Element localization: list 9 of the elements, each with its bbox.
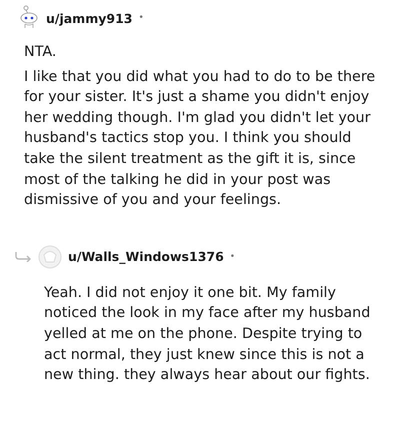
reply-arrow-icon xyxy=(15,252,32,262)
separator-dot: • xyxy=(138,13,144,23)
comment-text: I like that you did what you had to do to be there for your sister. It's just a shame you didn't enjoy her wedding though. I'm glad you didn't let your husband's tactics stop you. I think you should take the silent treatment as the gift it is, since most of the talking he did in your post was dismissive of you and your feelings. xyxy=(24,68,376,210)
comment-text: NTA. xyxy=(24,43,58,62)
separator-dot: • xyxy=(230,252,236,262)
avatar-icon[interactable] xyxy=(18,5,40,31)
comment-text: Yeah. I did not enjoy it one bit. My family noticed the look in my face after my husband yelled at me on the phone. Despite trying to act normal, they just knew since this is not a new thing. they always hear about our fights. xyxy=(44,284,372,386)
username-link[interactable]: u/jammy913 xyxy=(46,10,132,26)
username-link[interactable]: u/Walls_Windows1376 xyxy=(68,249,224,264)
